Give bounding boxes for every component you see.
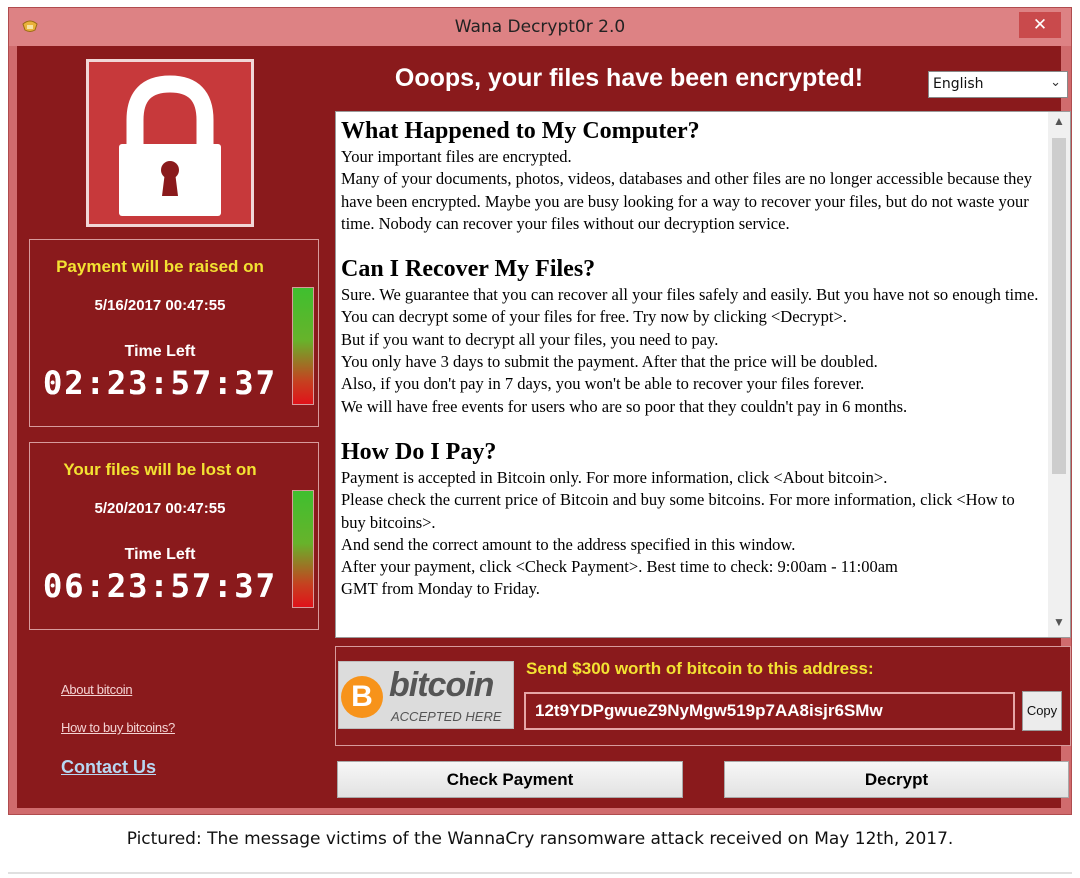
section-line: GMT from Monday to Friday.	[341, 579, 540, 599]
window-title: Wana Decrypt0r 2.0	[454, 17, 626, 37]
language-select[interactable]: English ⌄	[928, 71, 1068, 98]
section-line: And send the correct amount to the addre…	[341, 534, 796, 554]
time-meter	[292, 490, 314, 608]
section-line: After your payment, click <Check Payment…	[341, 557, 898, 577]
time-meter-fill	[293, 288, 313, 404]
timer-date: 5/20/2017 00:47:55	[94, 500, 226, 517]
divider	[8, 872, 1072, 874]
article-frame: Wana Decrypt0r 2.0 ✕ Payment will be rai…	[0, 0, 1080, 878]
message-panel[interactable]: What Happened to My Computer? Your impor…	[335, 111, 1071, 638]
section-line: Sure. We guarantee that you can recover …	[341, 285, 1039, 305]
countdown-display: 06:23:57:37	[43, 567, 277, 605]
message-text: What Happened to My Computer? Your impor…	[341, 116, 1041, 601]
message-scrollbar[interactable]: ▲ ▼	[1048, 112, 1070, 637]
payment-raise-timer: Payment will be raised on 5/16/2017 00:4…	[29, 239, 319, 427]
ransom-window: Wana Decrypt0r 2.0 ✕ Payment will be rai…	[8, 7, 1072, 815]
language-selected: English	[933, 76, 984, 92]
title-bar[interactable]: Wana Decrypt0r 2.0 ✕	[9, 8, 1071, 46]
time-left-label: Time Left	[124, 343, 196, 360]
scroll-up-icon[interactable]: ▲	[1048, 114, 1070, 134]
countdown-display: 02:23:57:37	[43, 364, 277, 402]
section-line: Many of your documents, photos, videos, …	[341, 169, 1032, 233]
send-instruction: Send $300 worth of bitcoin to this addre…	[526, 659, 874, 678]
contact-us-link[interactable]: Contact Us	[61, 757, 156, 778]
bitcoin-icon: B	[341, 676, 383, 718]
about-bitcoin-link[interactable]: About bitcoin	[61, 682, 133, 697]
padlock-icon	[86, 59, 254, 227]
files-lost-timer: Your files will be lost on 5/20/2017 00:…	[29, 442, 319, 630]
decrypt-button[interactable]: Decrypt	[724, 761, 1069, 798]
section-line: You only have 3 days to submit the payme…	[341, 352, 878, 372]
section-line: Also, if you don't pay in 7 days, you wo…	[341, 374, 865, 394]
section-line: Your important files are encrypted.	[341, 147, 572, 166]
window-body: Payment will be raised on 5/16/2017 00:4…	[17, 46, 1071, 808]
section-line: But if you want to decrypt all your file…	[341, 329, 719, 349]
bitcoin-logo-caption: ACCEPTED HERE	[391, 709, 502, 724]
section-title: Can I Recover My Files?	[341, 256, 596, 283]
chevron-down-icon: ⌄	[1050, 75, 1061, 90]
section-title: How Do I Pay?	[341, 438, 497, 465]
image-caption: Pictured: The message victims of the Wan…	[126, 829, 954, 849]
how-to-buy-bitcoins-link[interactable]: How to buy bitcoins?	[61, 720, 175, 735]
time-meter-fill	[293, 491, 313, 607]
scroll-thumb[interactable]	[1052, 138, 1066, 474]
section-line: You can decrypt some of your files for f…	[341, 307, 847, 327]
check-payment-button[interactable]: Check Payment	[337, 761, 683, 798]
page-heading: Ooops, your files have been encrypted!	[394, 64, 864, 92]
section-line: Please check the current price of Bitcoi…	[341, 490, 1015, 532]
bitcoin-accepted-logo: B bitcoin ACCEPTED HERE	[338, 661, 514, 729]
payment-panel: B bitcoin ACCEPTED HERE Send $300 worth …	[335, 646, 1071, 746]
timer-headline: Your files will be lost on	[63, 460, 257, 479]
section-line: We will have free events for users who a…	[341, 396, 908, 416]
bitcoin-address-field[interactable]: 12t9YDPgwueZ9NyMgw519p7AA8isjr6SMw	[524, 692, 1015, 730]
time-meter	[292, 287, 314, 405]
timer-date: 5/16/2017 00:47:55	[94, 297, 226, 314]
timer-headline: Payment will be raised on	[56, 257, 264, 276]
bitcoin-logo-word: bitcoin	[389, 666, 494, 704]
scroll-down-icon[interactable]: ▼	[1048, 615, 1070, 635]
close-button[interactable]: ✕	[1019, 12, 1061, 38]
section-title: What Happened to My Computer?	[341, 118, 700, 144]
copy-button[interactable]: Copy	[1022, 691, 1062, 731]
section-line: Payment is accepted in Bitcoin only. For…	[341, 467, 888, 487]
time-left-label: Time Left	[124, 546, 196, 563]
